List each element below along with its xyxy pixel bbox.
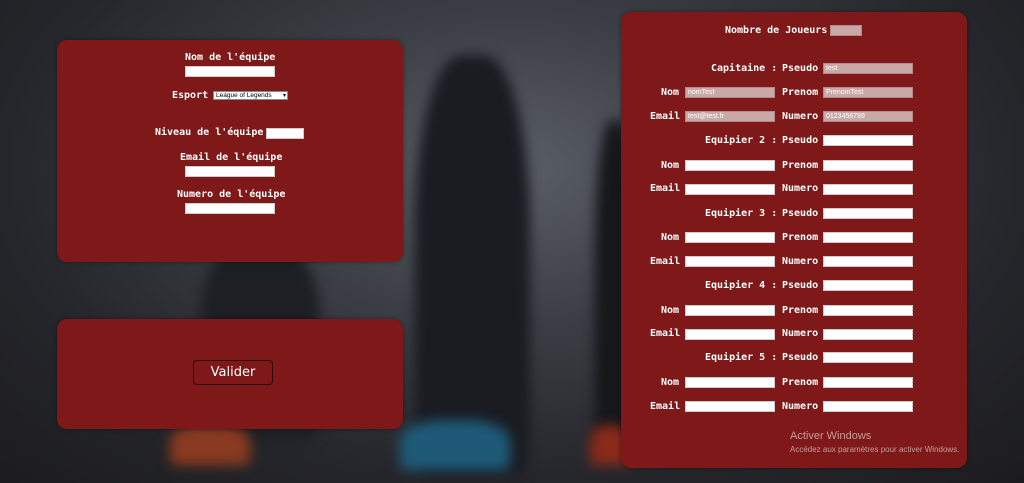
member-2-numero-input[interactable] [823,184,913,195]
member-2-email-input[interactable] [685,184,775,195]
member-4-email-input[interactable] [685,329,775,340]
member-4-numero-label: Numero [782,328,819,339]
member-5-email-label: Email [650,401,681,412]
member-3-prenom-input[interactable] [823,232,913,243]
member-2-title: Equipier 2 : [705,135,778,146]
captain-prenom-input[interactable]: PrenomTest [823,87,913,98]
captain-numero-input[interactable]: 0123456789 [823,111,913,122]
member-2-pseudo-label: Pseudo [782,135,819,146]
member-2-prenom-label: Prenom [782,160,819,171]
team-number-label: Numero de l'équipe [177,189,286,200]
member-4-pseudo-label: Pseudo [782,280,819,291]
windows-activation-subtitle: Accédez aux paramètres pour activer Wind… [790,445,960,454]
team-name-input[interactable] [185,66,275,77]
member-5-title: Equipier 5 : [705,352,778,363]
captain-nom-label: Nom [661,87,680,98]
esport-select[interactable]: League of Legends ▾ [213,91,288,100]
member-2-nom-input[interactable] [685,160,775,171]
member-3-pseudo-label: Pseudo [782,208,819,219]
member-3-nom-input[interactable] [685,232,775,243]
windows-activation-title: Activer Windows [790,430,872,442]
team-level-label: Niveau de l'équipe [155,127,264,138]
member-5-numero-input[interactable] [823,401,913,412]
player-count-input[interactable] [830,25,862,36]
member-4-prenom-label: Prenom [782,305,819,316]
member-3-email-label: Email [650,256,681,267]
member-5-pseudo-label: Pseudo [782,352,819,363]
member-4-numero-input[interactable] [823,329,913,340]
team-number-input[interactable] [185,203,275,214]
captain-numero-label: Numero [782,111,819,122]
member-3-pseudo-input[interactable] [823,208,913,219]
member-3-nom-label: Nom [661,232,680,243]
background-player-center [415,55,530,475]
player-count-label: Nombre de Joueurs [725,25,828,36]
validate-button[interactable]: Valider [193,360,273,385]
background-light-blue [400,420,510,470]
esport-label: Esport [172,90,209,101]
captain-pseudo-label: Pseudo [782,63,819,74]
esport-select-value: League of Legends [216,92,272,99]
member-2-nom-label: Nom [661,160,680,171]
member-5-email-input[interactable] [685,401,775,412]
member-3-email-input[interactable] [685,256,775,267]
chevron-down-icon: ▾ [282,93,286,99]
member-2-pseudo-input[interactable] [823,135,913,146]
member-4-nom-input[interactable] [685,305,775,316]
member-5-nom-input[interactable] [685,377,775,388]
team-email-input[interactable] [185,166,275,177]
team-email-label: Email de l'équipe [180,152,283,163]
captain-email-input[interactable]: test@test.fr [685,111,775,122]
member-2-numero-label: Numero [782,183,819,194]
team-name-label: Nom de l'équipe [185,52,276,63]
member-2-email-label: Email [650,183,681,194]
member-3-numero-label: Numero [782,256,819,267]
member-4-email-label: Email [650,328,681,339]
member-4-pseudo-input[interactable] [823,280,913,291]
member-5-nom-label: Nom [661,377,680,388]
background-light-orange [170,425,250,465]
captain-pseudo-input[interactable]: test [823,63,913,74]
member-3-numero-input[interactable] [823,256,913,267]
captain-prenom-label: Prenom [782,87,819,98]
captain-email-label: Email [650,111,681,122]
captain-nom-input[interactable]: nomTest [685,87,775,98]
member-4-title: Equipier 4 : [705,280,778,291]
member-5-pseudo-input[interactable] [823,352,913,363]
member-2-prenom-input[interactable] [823,160,913,171]
member-3-prenom-label: Prenom [782,232,819,243]
member-3-title: Equipier 3 : [705,208,778,219]
member-5-prenom-label: Prenom [782,377,819,388]
member-5-numero-label: Numero [782,401,819,412]
member-4-nom-label: Nom [661,305,680,316]
member-4-prenom-input[interactable] [823,305,913,316]
captain-title: Capitaine : [711,63,778,74]
team-level-input[interactable] [266,128,304,139]
member-5-prenom-input[interactable] [823,377,913,388]
